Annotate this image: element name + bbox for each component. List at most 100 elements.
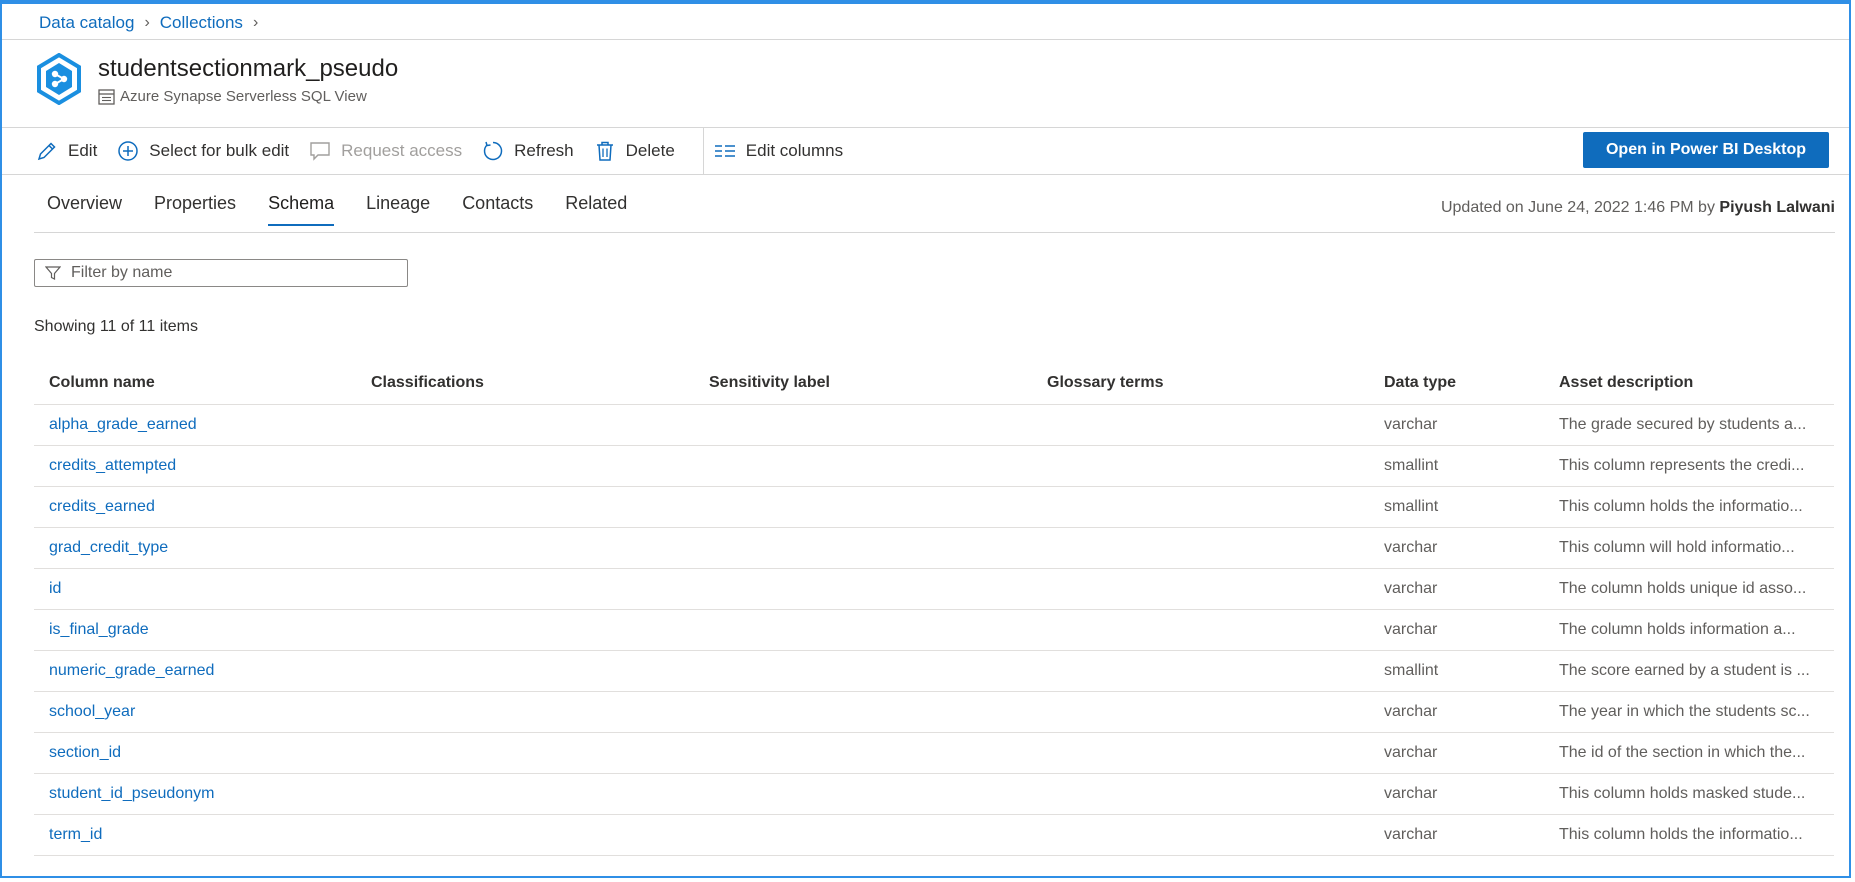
table-row[interactable]: credits_attempted smallint This column rep… bbox=[34, 446, 1834, 487]
header-column-name[interactable]: Column name bbox=[34, 374, 371, 392]
synapse-icon bbox=[37, 53, 81, 105]
asset-description-cell: This column will hold informatio... bbox=[1559, 539, 1795, 556]
table-row[interactable]: school_year varchar The year in which the … bbox=[34, 692, 1834, 733]
column-name-link[interactable]: credits_attempted bbox=[34, 457, 371, 475]
delete-label: Delete bbox=[625, 141, 675, 160]
column-name-link[interactable]: section_id bbox=[34, 744, 371, 762]
updated-by: Piyush Lalwani bbox=[1719, 199, 1835, 216]
data-type-cell: varchar bbox=[1384, 826, 1438, 843]
divider bbox=[2, 39, 1849, 40]
header-sensitivity-label[interactable]: Sensitivity label bbox=[709, 374, 1047, 392]
column-name-link[interactable]: alpha_grade_earned bbox=[34, 416, 371, 434]
table-row[interactable]: term_id varchar This column holds the info… bbox=[34, 815, 1834, 856]
command-bar: Edit Select for bulk edit Request access… bbox=[36, 128, 863, 174]
add-circle-icon bbox=[118, 141, 139, 161]
schema-table: Column name Classifications Sensitivity … bbox=[34, 362, 1834, 856]
header-asset-description[interactable]: Asset description bbox=[1559, 374, 1819, 392]
columns-icon bbox=[714, 145, 735, 157]
sql-view-icon bbox=[98, 88, 115, 105]
filter-box bbox=[34, 259, 408, 287]
edit-label: Edit bbox=[68, 141, 98, 160]
open-in-power-bi-button[interactable]: Open in Power BI Desktop bbox=[1583, 132, 1829, 168]
asset-description-cell: The column holds information a... bbox=[1559, 621, 1796, 638]
item-count: Showing 11 of 11 items bbox=[34, 318, 198, 335]
chevron-right-icon: › bbox=[144, 14, 150, 31]
column-name-link[interactable]: term_id bbox=[34, 826, 371, 844]
header-data-type[interactable]: Data type bbox=[1384, 374, 1559, 392]
asset-type: Azure Synapse Serverless SQL View bbox=[98, 88, 367, 105]
table-body: alpha_grade_earned varchar The grade secur… bbox=[34, 405, 1834, 856]
table-row[interactable]: credits_earned smallint This column holds … bbox=[34, 487, 1834, 528]
request-access-label: Request access bbox=[341, 141, 463, 160]
select-bulk-edit-button[interactable]: Select for bulk edit bbox=[117, 140, 289, 162]
table-row[interactable]: is_final_grade varchar The column holds in… bbox=[34, 610, 1834, 651]
data-type-cell: varchar bbox=[1384, 416, 1438, 433]
data-type-cell: varchar bbox=[1384, 703, 1438, 720]
asset-description-cell: This column holds masked stude... bbox=[1559, 785, 1806, 802]
asset-description-cell: This column holds the informatio... bbox=[1559, 498, 1803, 515]
updated-text: Updated on June 24, 2022 1:46 PM by bbox=[1440, 199, 1715, 216]
request-access-button[interactable]: Request access bbox=[309, 140, 462, 162]
data-type-cell: varchar bbox=[1384, 580, 1438, 597]
table-row[interactable]: id varchar The column holds unique id asso… bbox=[34, 569, 1834, 610]
asset-description-cell: The id of the section in which the... bbox=[1559, 744, 1806, 761]
tab-bar: Overview Properties Schema Lineage Conta… bbox=[47, 193, 659, 226]
table-row[interactable]: alpha_grade_earned varchar The grade secur… bbox=[34, 405, 1834, 446]
asset-description-cell: The column holds unique id asso... bbox=[1559, 580, 1807, 597]
tab-properties[interactable]: Properties bbox=[154, 193, 236, 226]
table-row[interactable]: section_id varchar The id of the section i… bbox=[34, 733, 1834, 774]
tab-contacts[interactable]: Contacts bbox=[462, 193, 533, 226]
refresh-label: Refresh bbox=[514, 141, 574, 160]
column-name-link[interactable]: school_year bbox=[34, 703, 371, 721]
header-glossary-terms[interactable]: Glossary terms bbox=[1047, 374, 1384, 392]
data-type-cell: varchar bbox=[1384, 539, 1438, 556]
asset-description-cell: The year in which the students sc... bbox=[1559, 703, 1810, 720]
asset-type-label: Azure Synapse Serverless SQL View bbox=[120, 88, 367, 105]
table-header: Column name Classifications Sensitivity … bbox=[34, 362, 1834, 405]
table-row[interactable]: grad_credit_type varchar This column will … bbox=[34, 528, 1834, 569]
chevron-right-icon: › bbox=[252, 14, 259, 31]
column-name-link[interactable]: numeric_grade_earned bbox=[34, 662, 371, 680]
tab-lineage[interactable]: Lineage bbox=[366, 193, 430, 226]
asset-description-cell: This column represents the credi... bbox=[1559, 457, 1805, 474]
refresh-icon bbox=[483, 141, 503, 161]
delete-button[interactable]: Delete bbox=[594, 140, 675, 162]
divider bbox=[34, 232, 1835, 233]
asset-description-cell: The score earned by a student is ... bbox=[1559, 662, 1810, 679]
comment-icon bbox=[310, 142, 330, 161]
tab-related[interactable]: Related bbox=[565, 193, 627, 226]
data-type-cell: smallint bbox=[1384, 662, 1439, 679]
asset-title: studentsectionmark_pseudo bbox=[98, 55, 399, 82]
column-name-link[interactable]: student_id_pseudonym bbox=[34, 785, 371, 803]
header-classifications[interactable]: Classifications bbox=[371, 374, 709, 392]
tab-overview[interactable]: Overview bbox=[47, 193, 122, 226]
breadcrumb-data-catalog[interactable]: Data catalog bbox=[39, 13, 134, 33]
divider bbox=[2, 174, 1849, 175]
updated-info: Updated on June 24, 2022 1:46 PM by Piyu… bbox=[1441, 199, 1835, 217]
edit-columns-button[interactable]: Edit columns bbox=[714, 140, 843, 162]
data-type-cell: varchar bbox=[1384, 621, 1438, 638]
refresh-button[interactable]: Refresh bbox=[482, 140, 574, 162]
breadcrumb: Data catalog › Collections › bbox=[39, 10, 268, 36]
column-name-link[interactable]: grad_credit_type bbox=[34, 539, 371, 557]
filter-icon bbox=[45, 266, 61, 280]
bulk-edit-label: Select for bulk edit bbox=[149, 141, 290, 160]
table-row[interactable]: numeric_grade_earned smallint The score ea… bbox=[34, 651, 1834, 692]
filter-input[interactable] bbox=[69, 263, 393, 283]
trash-icon bbox=[596, 141, 613, 161]
breadcrumb-collections[interactable]: Collections bbox=[160, 13, 243, 33]
tab-schema[interactable]: Schema bbox=[268, 193, 335, 226]
edit-button[interactable]: Edit bbox=[36, 140, 97, 162]
column-name-link[interactable]: is_final_grade bbox=[34, 621, 371, 639]
edit-columns-label: Edit columns bbox=[745, 141, 844, 160]
data-type-cell: smallint bbox=[1384, 457, 1439, 474]
column-name-link[interactable]: id bbox=[34, 580, 371, 598]
data-type-cell: varchar bbox=[1384, 785, 1438, 802]
asset-description-cell: The grade secured by students a... bbox=[1559, 416, 1807, 433]
asset-description-cell: This column holds the informatio... bbox=[1559, 826, 1803, 843]
pencil-icon bbox=[37, 142, 56, 161]
table-row[interactable]: student_id_pseudonym varchar This column h… bbox=[34, 774, 1834, 815]
toolbar-divider bbox=[702, 128, 704, 174]
column-name-link[interactable]: credits_earned bbox=[34, 498, 371, 516]
data-type-cell: smallint bbox=[1384, 498, 1439, 515]
